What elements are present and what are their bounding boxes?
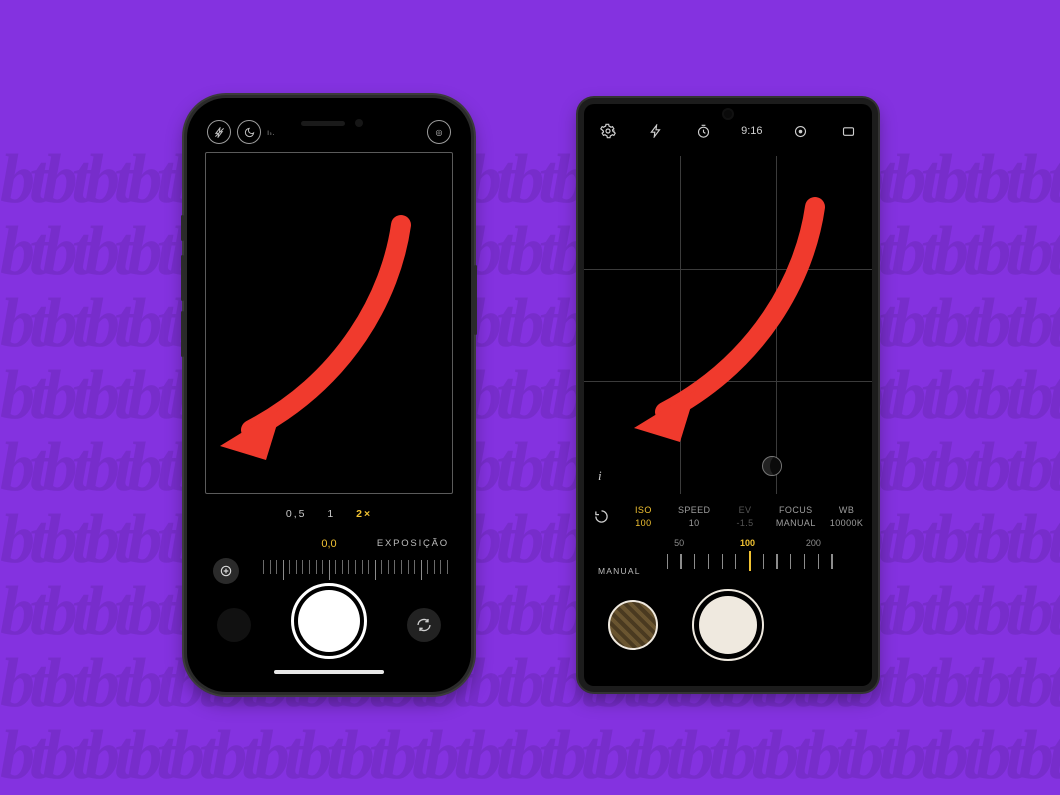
info-button[interactable]: i [598,468,602,484]
exposure-row: 0,0 EXPOSIÇÃO [199,538,459,558]
focus-indicator-icon [762,456,782,476]
param-wb[interactable]: WB10000K [821,504,872,529]
param-ev: EV-1.5 [720,504,771,529]
mode-label: MANUAL [598,566,641,576]
exposure-label: EXPOSIÇÃO [377,538,449,549]
iso-scale-label: 200 [806,538,821,548]
exposure-value: 0,0 [321,538,336,550]
param-focus[interactable]: FOCUSMANUAL [770,504,821,529]
zoom-option-selected[interactable]: 2× [356,508,372,520]
background-pattern: (function(){ var row="bt".repeat(40);var… [0,0,1060,795]
android-topbar: 9:16 [584,116,872,146]
pro-params-row: ISO100SPEED10EV-1.5FOCUSMANUALWB10000K [584,498,872,534]
status-time: 9:16 [741,125,762,137]
annotation-arrow-left [196,210,426,470]
timer-icon[interactable] [693,121,713,141]
zoom-option[interactable]: 1 [327,508,335,520]
shutter-button[interactable] [699,596,757,654]
iso-scale-label: 100 [740,538,755,548]
zoom-selector[interactable]: 0,5 1 2× [199,508,459,520]
canvas: (function(){ var row="bt".repeat(40);var… [0,0,1060,795]
settings-icon[interactable] [598,121,618,141]
reset-button[interactable] [584,509,618,524]
aspect-icon[interactable] [838,121,858,141]
iso-scale[interactable]: 50100200 [646,544,852,578]
zoom-option[interactable]: 0,5 [286,508,307,520]
exposure-lock-button[interactable] [213,558,239,584]
annotation-arrow-right [610,192,840,452]
gallery-thumbnail[interactable] [608,600,658,650]
shutter-button[interactable] [298,590,360,652]
metering-icon[interactable] [790,121,810,141]
param-iso[interactable]: ISO100 [618,504,669,529]
flash-icon[interactable] [646,121,666,141]
gallery-thumbnail[interactable] [217,608,251,642]
iphone-notch [265,110,393,136]
night-icon[interactable] [237,120,261,144]
iso-scale-label: 50 [674,538,684,548]
home-indicator [274,670,384,674]
flip-camera-button[interactable] [407,608,441,642]
param-speed[interactable]: SPEED10 [669,504,720,529]
raw-toggle-icon[interactable]: ◎ [427,120,451,144]
flash-icon[interactable] [207,120,231,144]
exposure-slider[interactable] [263,560,447,586]
